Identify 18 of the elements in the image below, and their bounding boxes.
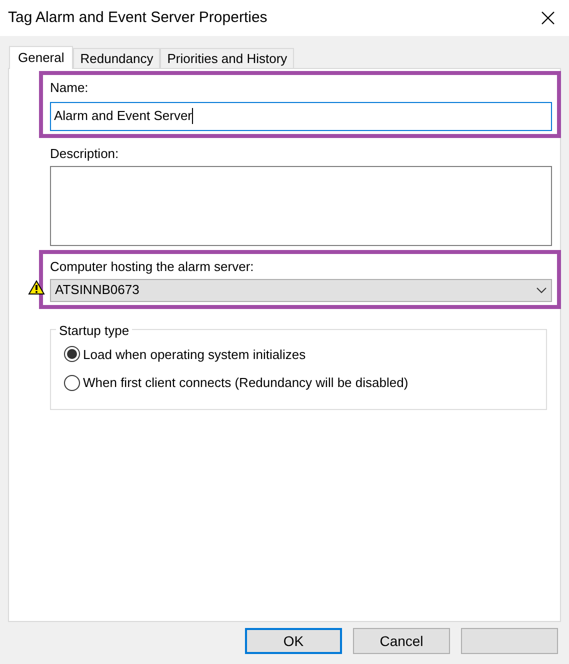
window-title: Tag Alarm and Event Server Properties xyxy=(8,8,268,28)
field-label: Computer hosting the alarm server: xyxy=(50,258,254,276)
tab[interactable]: Priorities and History xyxy=(160,48,294,68)
close-icon[interactable] xyxy=(541,11,555,25)
field-label: Name: xyxy=(50,79,88,97)
chevron-down-icon xyxy=(536,286,547,294)
cancel-button[interactable]: Cancel xyxy=(353,628,450,654)
tab[interactable]: General xyxy=(9,46,74,69)
name-field[interactable]: Alarm and Event Server xyxy=(50,102,552,130)
radio-label: When first client connects (Redundancy will be disabled) xyxy=(83,374,408,392)
radio-button[interactable] xyxy=(64,374,80,391)
radio-label: Load when operating system initializes xyxy=(83,346,306,364)
description-field[interactable] xyxy=(50,166,552,246)
computer-dropdown[interactable]: ATSINNB0673 xyxy=(50,278,552,302)
field-label: Description: xyxy=(50,144,119,163)
tab[interactable]: Redundancy xyxy=(73,48,160,68)
radio-button[interactable] xyxy=(64,346,80,362)
ok-button[interactable]: OK xyxy=(245,628,342,654)
